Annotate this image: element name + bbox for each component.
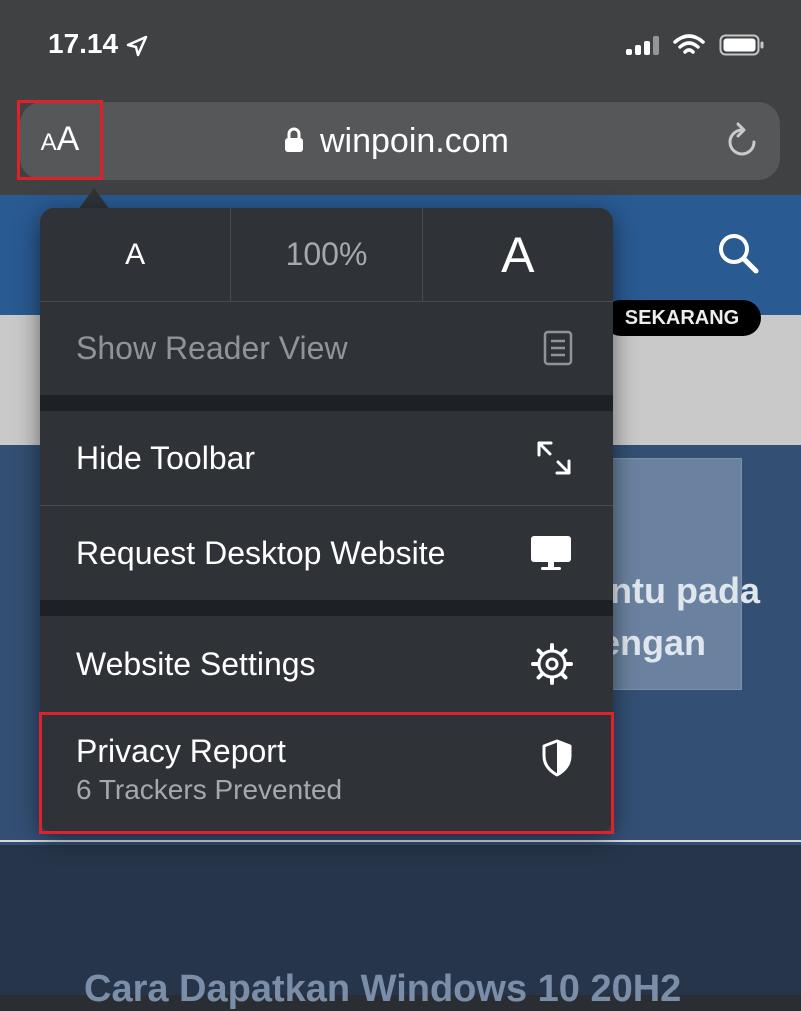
url-text[interactable]: winpoin.com	[320, 122, 509, 161]
show-reader-view-label: Show Reader View	[76, 329, 348, 366]
article-title-line1: ntu pada	[610, 570, 760, 611]
font-size-row: A 100% A	[40, 208, 613, 302]
decrease-font-label: A	[125, 237, 146, 271]
cellular-signal-icon	[626, 35, 659, 55]
section-gap	[40, 600, 613, 616]
reader-view-icon	[543, 330, 573, 366]
location-arrow-icon	[126, 35, 148, 56]
gear-icon	[531, 643, 573, 685]
website-settings-item[interactable]: Website Settings	[40, 616, 613, 712]
status-time: 17.14	[48, 28, 148, 60]
zoom-level[interactable]: 100%	[231, 208, 423, 301]
divider	[0, 840, 801, 842]
aa-large-glyph: A	[56, 120, 80, 158]
search-icon	[719, 234, 759, 274]
text-size-button[interactable]: AA	[17, 100, 103, 180]
section-gap	[40, 395, 613, 411]
show-reader-view-item[interactable]: Show Reader View	[40, 301, 613, 395]
zoom-level-label: 100%	[285, 236, 368, 272]
hide-toolbar-item[interactable]: Hide Toolbar	[40, 411, 613, 505]
lock-icon	[285, 127, 303, 152]
wifi-icon	[673, 34, 705, 54]
desktop-monitor-icon	[531, 536, 571, 570]
aa-small-glyph: A	[40, 129, 57, 156]
second-article-title: Cara Dapatkan Windows 10 20H2	[84, 968, 682, 1010]
increase-font-label: A	[501, 226, 535, 283]
hide-toolbar-label: Hide Toolbar	[76, 439, 256, 476]
privacy-report-highlight	[39, 712, 614, 834]
banner-button: SEKARANG	[603, 300, 761, 336]
website-settings-label: Website Settings	[76, 645, 316, 682]
status-icons	[626, 33, 765, 57]
reload-icon[interactable]	[724, 120, 760, 160]
popover-arrow	[78, 188, 110, 210]
expand-arrows-icon	[537, 441, 571, 475]
request-desktop-website-item[interactable]: Request Desktop Website	[40, 506, 613, 600]
article-title-line2: engan	[600, 622, 707, 663]
decrease-font-button[interactable]: A	[40, 208, 232, 301]
request-desktop-website-label: Request Desktop Website	[76, 534, 446, 571]
battery-icon	[719, 34, 764, 56]
increase-font-button[interactable]: A	[423, 208, 613, 301]
